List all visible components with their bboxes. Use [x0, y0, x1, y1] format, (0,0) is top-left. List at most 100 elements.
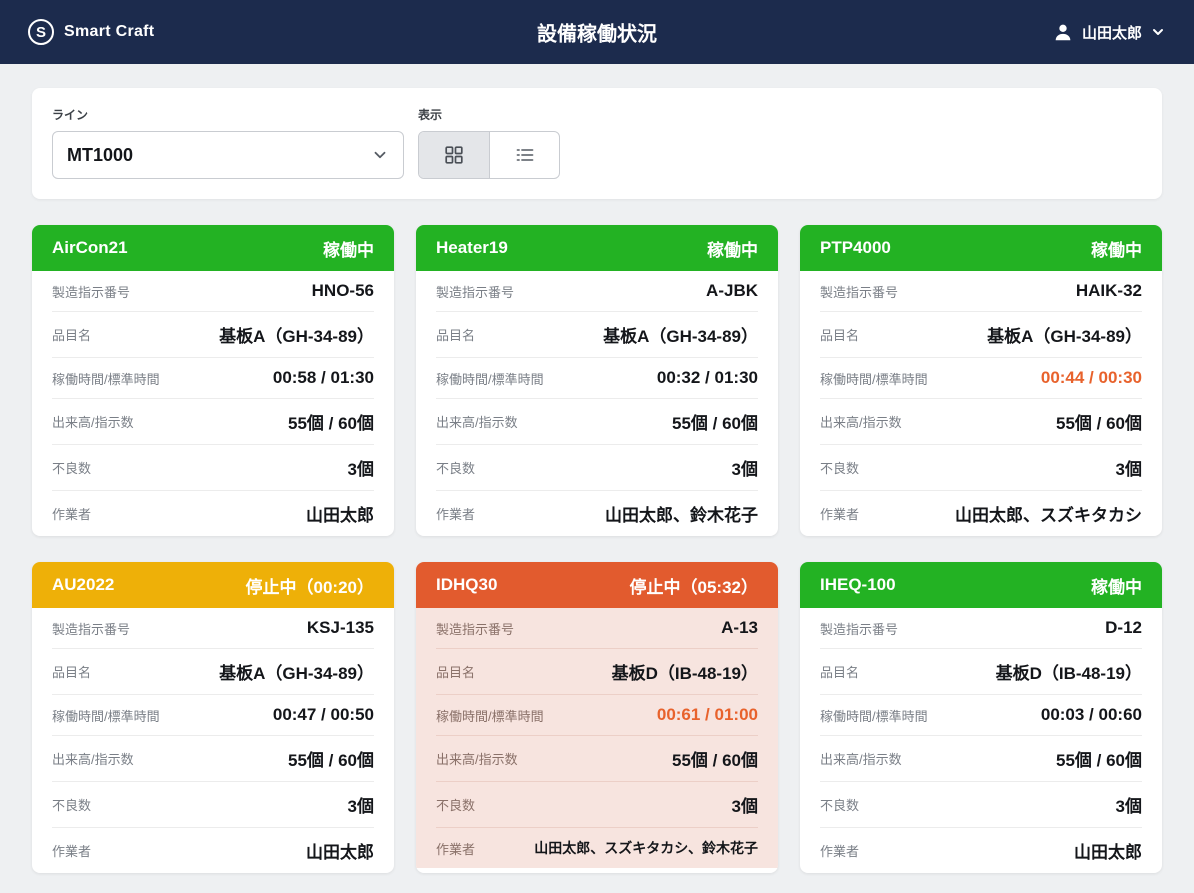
- machine-name: AirCon21: [52, 238, 128, 257]
- info-row: 不良数 3個: [820, 445, 1142, 491]
- info-row: 製造指示番号 HAIK-32: [820, 271, 1142, 312]
- card-body: 製造指示番号 HAIK-32 品目名 基板A（GH-34-89） 稼働時間/標準時間…: [800, 271, 1162, 536]
- field-value: 55個 / 60個: [288, 751, 374, 770]
- field-label: 稼働時間/標準時間: [52, 371, 160, 387]
- user-avatar-icon: [1055, 24, 1071, 41]
- card-body: 製造指示番号 A-JBK 品目名 基板A（GH-34-89） 稼働時間/標準時間 00…: [416, 271, 778, 536]
- field-value: 3個: [347, 797, 374, 816]
- equipment-card: IDHQ30 停止中（05:32） 製造指示番号 A-13 品目名 基板D（IB-4…: [416, 562, 778, 873]
- field-value: A-13: [721, 618, 758, 637]
- status-badge: 稼働中: [1091, 577, 1142, 597]
- info-row: 稼働時間/標準時間 00:47 / 00:50: [52, 695, 374, 736]
- info-row: 不良数 3個: [52, 445, 374, 491]
- brand-name: Smart Craft: [64, 23, 155, 40]
- info-row: 稼働時間/標準時間 00:58 / 01:30: [52, 358, 374, 399]
- info-row: 作業者 山田太郎: [820, 828, 1142, 873]
- equipment-cards-grid: AirCon21 稼働中 製造指示番号 HNO-56 品目名 基板A（GH-34-8…: [32, 225, 1162, 873]
- equipment-card: AirCon21 稼働中 製造指示番号 HNO-56 品目名 基板A（GH-34-8…: [32, 225, 394, 536]
- info-row: 出来高/指示数 55個 / 60個: [820, 399, 1142, 445]
- field-value-overtime: 00:61 / 01:00: [656, 705, 758, 724]
- grid-view-button[interactable]: [419, 132, 489, 178]
- field-label: 作業者: [52, 507, 92, 522]
- card-body: 製造指示番号 KSJ-135 品目名 基板A（GH-34-89） 稼働時間/標準時間…: [32, 608, 394, 873]
- info-row: 製造指示番号 KSJ-135: [52, 608, 374, 649]
- machine-name: Heater19: [436, 238, 508, 257]
- card-header: PTP4000 稼働中: [800, 225, 1162, 271]
- smart-craft-logo-icon: S: [28, 19, 54, 45]
- field-label: 品目名: [52, 328, 92, 343]
- field-value: 00:58 / 01:30: [272, 368, 374, 387]
- info-row: 作業者 山田太郎: [52, 491, 374, 536]
- field-label: 作業者: [820, 844, 860, 859]
- info-row: 製造指示番号 HNO-56: [52, 271, 374, 312]
- field-value: 基板A（GH-34-89）: [219, 664, 374, 683]
- field-label: 作業者: [436, 507, 476, 522]
- status-badge: 稼働中: [1091, 240, 1142, 260]
- field-value: 3個: [1115, 797, 1142, 816]
- field-label: 品目名: [52, 665, 92, 680]
- field-value: D-12: [1105, 618, 1142, 637]
- field-label: 不良数: [52, 798, 92, 813]
- card-body: 製造指示番号 D-12 品目名 基板D（IB-48-19） 稼働時間/標準時間 00:…: [800, 608, 1162, 873]
- field-value: 3個: [1115, 460, 1142, 479]
- line-filter-label: ライン: [52, 108, 89, 122]
- status-badge: 停止中（05:32）: [629, 577, 758, 597]
- field-label: 稼働時間/標準時間: [436, 371, 544, 387]
- field-value: 山田太郎、スズキタカシ、鈴木花子: [534, 840, 758, 856]
- user-menu[interactable]: 山田太郎: [1052, 21, 1166, 43]
- info-row: 品目名 基板A（GH-34-89）: [436, 312, 758, 358]
- field-value: 55個 / 60個: [1056, 414, 1142, 433]
- field-value: 基板A（GH-34-89）: [987, 327, 1142, 346]
- field-value: 基板D（IB-48-19）: [995, 664, 1142, 683]
- line-select-value: MT1000: [67, 144, 134, 165]
- info-row: 出来高/指示数 55個 / 60個: [52, 399, 374, 445]
- field-label: 稼働時間/標準時間: [820, 371, 928, 387]
- line-select[interactable]: MT1000: [52, 131, 404, 179]
- info-row: 作業者 山田太郎、スズキタカシ、鈴木花子: [436, 828, 758, 868]
- info-row: 作業者 山田太郎、鈴木花子: [436, 491, 758, 536]
- info-row: 稼働時間/標準時間 00:32 / 01:30: [436, 358, 758, 399]
- line-filter-group: ライン MT1000: [52, 106, 404, 179]
- equipment-card: AU2022 停止中（00:20） 製造指示番号 KSJ-135 品目名 基板A（G…: [32, 562, 394, 873]
- info-row: 製造指示番号 D-12: [820, 608, 1142, 649]
- machine-name: PTP4000: [820, 238, 891, 257]
- field-label: 作業者: [52, 844, 92, 859]
- field-value: 山田太郎: [306, 506, 374, 525]
- field-value: 山田太郎: [1074, 843, 1142, 862]
- info-row: 稼働時間/標準時間 00:61 / 01:00: [436, 695, 758, 736]
- field-label: 製造指示番号: [436, 284, 515, 300]
- info-row: 稼働時間/標準時間 00:03 / 00:60: [820, 695, 1142, 736]
- list-view-button[interactable]: [489, 132, 559, 178]
- chevron-down-icon: [374, 151, 386, 159]
- field-value: 00:32 / 01:30: [656, 368, 758, 387]
- view-toggle-group: [418, 131, 560, 179]
- equipment-card: PTP4000 稼働中 製造指示番号 HAIK-32 品目名 基板A（GH-34-8…: [800, 225, 1162, 536]
- field-label: 不良数: [820, 798, 860, 813]
- field-label: 品目名: [436, 328, 476, 343]
- field-value: 基板D（IB-48-19）: [611, 664, 758, 683]
- info-row: 不良数 3個: [436, 445, 758, 491]
- card-header: Heater19 稼働中: [416, 225, 778, 271]
- info-row: 品目名 基板A（GH-34-89）: [52, 312, 374, 358]
- status-badge: 稼働中: [323, 240, 374, 260]
- status-badge: 稼働中: [707, 240, 758, 260]
- field-value: 00:03 / 00:60: [1040, 705, 1142, 724]
- info-row: 不良数 3個: [436, 782, 758, 828]
- info-row: 品目名 基板D（IB-48-19）: [820, 649, 1142, 695]
- field-label: 製造指示番号: [820, 284, 899, 300]
- info-row: 製造指示番号 A-13: [436, 608, 758, 649]
- equipment-card: IHEQ-100 稼働中 製造指示番号 D-12 品目名 基板D（IB-48-19）…: [800, 562, 1162, 873]
- field-value: 3個: [731, 797, 758, 816]
- info-row: 出来高/指示数 55個 / 60個: [436, 399, 758, 445]
- field-value-overtime: 00:44 / 00:30: [1040, 368, 1142, 387]
- page-title: 設備稼働状況: [537, 23, 657, 46]
- field-label: 稼働時間/標準時間: [820, 708, 928, 724]
- machine-name: AU2022: [52, 575, 115, 594]
- field-value: 00:47 / 00:50: [272, 705, 374, 724]
- field-label: 製造指示番号: [820, 621, 899, 637]
- card-body: 製造指示番号 HNO-56 品目名 基板A（GH-34-89） 稼働時間/標準時間 0…: [32, 271, 394, 536]
- field-value: 山田太郎、スズキタカシ: [955, 506, 1142, 525]
- equipment-card: Heater19 稼働中 製造指示番号 A-JBK 品目名 基板A（GH-34-89…: [416, 225, 778, 536]
- machine-name: IDHQ30: [436, 575, 498, 594]
- field-value: 3個: [731, 460, 758, 479]
